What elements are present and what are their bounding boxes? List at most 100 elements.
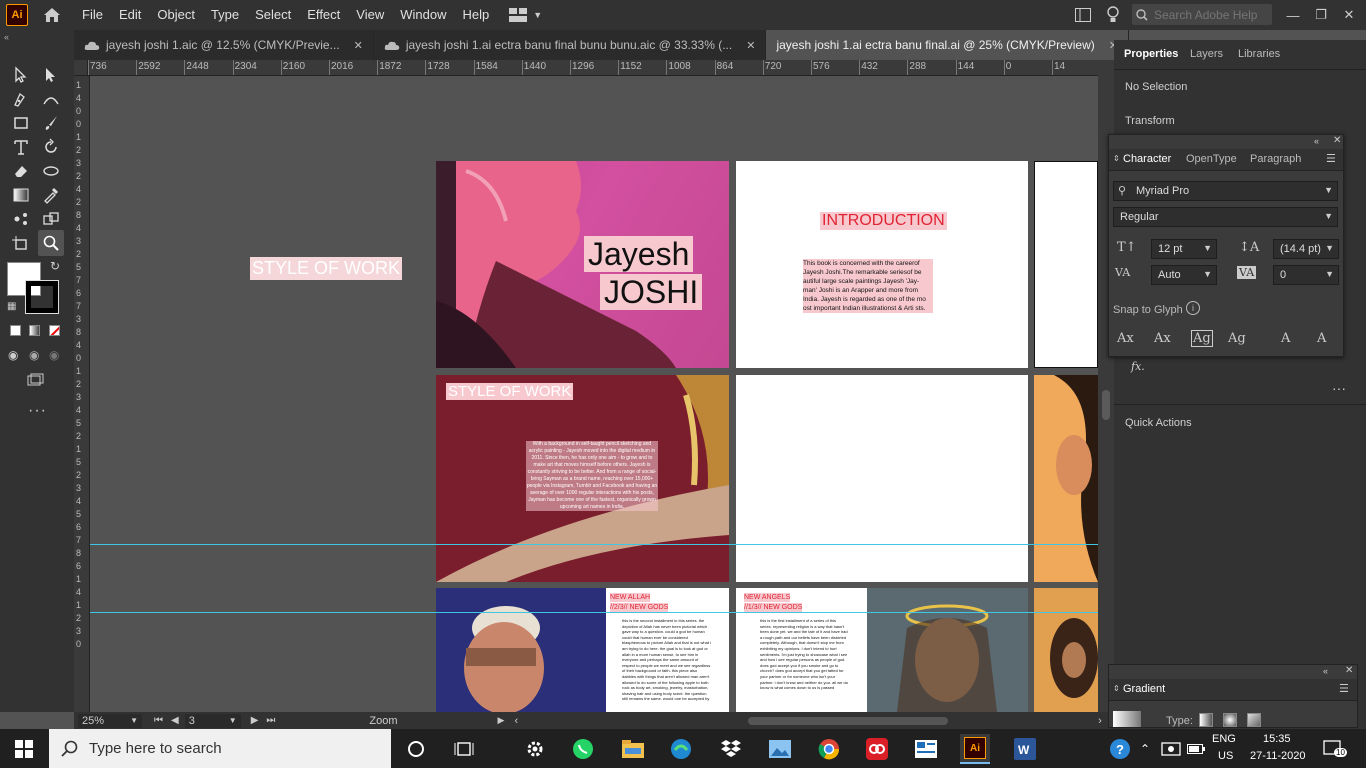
draw-normal-icon[interactable]: ◉ <box>8 348 18 362</box>
cover-name-line2[interactable]: JOSHI <box>600 274 703 310</box>
new-allah-title[interactable]: NEW ALLAH <box>610 593 651 602</box>
snap-baseline-icon[interactable]: Ax <box>1117 331 1134 346</box>
help-search-input[interactable] <box>1154 7 1264 22</box>
menu-effect[interactable]: Effect <box>299 0 348 30</box>
menu-view[interactable]: View <box>348 0 392 30</box>
menu-help[interactable]: Help <box>454 0 497 30</box>
artboard-5[interactable] <box>736 375 1028 582</box>
dropbox-icon[interactable] <box>716 734 746 764</box>
vertical-scroll-thumb[interactable] <box>1102 390 1110 420</box>
artboard-cover[interactable]: Jayesh JOSHI <box>436 161 729 368</box>
artboard-introduction[interactable]: INTRODUCTION This book is concerned with… <box>736 161 1028 368</box>
kerning-field[interactable]: Auto ▼ <box>1151 265 1217 285</box>
prev-page-icon[interactable]: ◀ <box>171 715 179 726</box>
artboard-3[interactable] <box>1034 161 1098 368</box>
first-page-icon[interactable]: ⏮ <box>154 715 163 726</box>
home-icon[interactable] <box>42 5 62 25</box>
collapse-panel-icon[interactable]: « <box>1314 136 1319 146</box>
zoom-tool-icon[interactable] <box>38 230 64 256</box>
style-of-work-body[interactable]: With a background in self-taught pencil … <box>526 441 658 511</box>
battery-icon[interactable] <box>1184 734 1208 764</box>
help-icon[interactable]: ? <box>1105 734 1135 764</box>
tracking-field[interactable]: 0 ▼ <box>1273 265 1339 285</box>
close-tab-icon[interactable]: ✕ <box>354 39 363 52</box>
artboard-style-of-work[interactable]: STYLE OF WORK With a background in self-… <box>436 375 729 582</box>
task-view-icon[interactable] <box>449 734 479 764</box>
ruler-origin[interactable] <box>74 60 88 76</box>
leading-field[interactable]: (14.4 pt) ▼ <box>1273 239 1339 259</box>
width-tool-icon[interactable] <box>40 160 62 182</box>
tab-character[interactable]: Character <box>1123 153 1171 165</box>
change-screen-mode-icon[interactable] <box>24 370 46 392</box>
last-page-icon[interactable]: ⏭ <box>266 715 275 726</box>
region-label[interactable]: US <box>1218 750 1233 762</box>
paintbrush-tool-icon[interactable] <box>40 112 62 134</box>
close-panel-icon[interactable]: ✕ <box>1345 665 1353 676</box>
freeform-gradient-icon[interactable] <box>1247 713 1261 727</box>
guide-line-2[interactable] <box>90 612 1098 613</box>
artboard-tool-icon[interactable] <box>10 232 32 254</box>
default-colors-icon[interactable]: ▦ <box>7 301 16 312</box>
show-hidden-icons[interactable]: ⌃ <box>1133 734 1157 764</box>
zoom-select[interactable]: 25% ▼ <box>78 713 142 728</box>
style-of-work-label[interactable]: STYLE OF WORK <box>250 257 403 280</box>
style-of-work-title[interactable]: STYLE OF WORK <box>446 383 574 400</box>
eyedropper-tool-icon[interactable] <box>40 184 62 206</box>
new-angels-title[interactable]: NEW ANGELS <box>744 593 791 602</box>
cortana-icon[interactable] <box>401 734 431 764</box>
settings-gear-icon[interactable] <box>520 734 550 764</box>
scale-tool-icon[interactable] <box>40 208 62 230</box>
new-angels-body[interactable]: this is the first installment of a serie… <box>760 618 848 712</box>
lightbulb-icon[interactable] <box>1106 6 1120 24</box>
menu-window[interactable]: Window <box>392 0 454 30</box>
new-allah-subtitle[interactable]: //2/3// NEW GODS <box>610 603 669 612</box>
chrome-icon[interactable] <box>814 734 844 764</box>
photos-app-icon[interactable] <box>765 734 795 764</box>
tab-libraries[interactable]: Libraries <box>1238 48 1280 60</box>
tab-opentype[interactable]: OpenType <box>1186 153 1237 165</box>
scroll-right-icon[interactable]: › <box>1098 715 1102 727</box>
illustrator-logo[interactable]: Ai <box>6 4 28 26</box>
horizontal-ruler[interactable]: 736 2592 2448 2304 2160 2016 1872 1728 1584 1440 1… <box>88 60 1098 76</box>
more-tools-icon[interactable]: ··· <box>28 402 47 420</box>
snap-anchor-icon[interactable]: A <box>1317 331 1326 346</box>
menu-edit[interactable]: Edit <box>111 0 149 30</box>
artboard-new-allah[interactable]: NEW ALLAH //2/3// NEW GODS this is the s… <box>436 588 729 712</box>
more-options-icon[interactable]: ··· <box>1332 380 1346 396</box>
eraser-tool-icon[interactable] <box>10 160 32 182</box>
page-select[interactable]: 3 ▼ <box>184 713 241 728</box>
notifications-icon[interactable]: 10 <box>1318 734 1348 764</box>
gradient-mode-icon[interactable] <box>29 325 40 336</box>
tab-layers[interactable]: Layers <box>1190 48 1223 60</box>
next-page-icon[interactable]: ▶ <box>251 715 259 726</box>
document-tab-2[interactable]: jayesh joshi 1.ai ectra banu final bunu … <box>374 30 767 60</box>
scroll-left-icon[interactable]: ‹ <box>514 715 518 727</box>
file-explorer-icon[interactable] <box>618 734 648 764</box>
horizontal-scroll-thumb[interactable] <box>748 716 949 725</box>
gradient-tool-icon[interactable] <box>10 184 32 206</box>
language-label[interactable]: ENG <box>1212 733 1236 745</box>
introduction-body[interactable]: This book is concerned with the careerof… <box>803 259 933 313</box>
panel-toggle-icon[interactable] <box>1075 8 1091 22</box>
close-tab-icon[interactable]: ✕ <box>746 39 755 52</box>
font-style-select[interactable]: Regular ▼ <box>1113 207 1338 227</box>
linear-gradient-icon[interactable] <box>1199 713 1213 727</box>
word-icon[interactable]: W <box>1010 734 1040 764</box>
menu-select[interactable]: Select <box>247 0 299 30</box>
artboard-6[interactable] <box>1034 375 1098 582</box>
snap-angular-icon[interactable]: A <box>1281 331 1290 346</box>
font-family-select[interactable]: ⚲ Myriad Pro ▼ <box>1113 181 1338 201</box>
new-allah-body[interactable]: this is the second installment in this s… <box>622 618 712 712</box>
windows-start-icon[interactable] <box>9 734 39 764</box>
webcam-icon[interactable] <box>1158 734 1184 764</box>
help-search[interactable] <box>1132 4 1272 25</box>
status-menu-icon[interactable]: ▶ <box>498 715 505 726</box>
menu-type[interactable]: Type <box>203 0 247 30</box>
menu-file[interactable]: File <box>74 0 111 30</box>
info-icon[interactable]: i <box>1186 301 1200 315</box>
collapse-panel-icon[interactable]: « <box>1323 666 1328 676</box>
close-window-button[interactable]: ✕ <box>1336 0 1362 30</box>
canvas[interactable]: STYLE OF WORK Jayesh JOSHI INTRODUCTION … <box>90 76 1098 712</box>
panel-menu-icon[interactable]: ☰ <box>1339 682 1349 695</box>
document-tab-1[interactable]: jayesh joshi 1.aic @ 12.5% (CMYK/Previe.… <box>74 30 374 60</box>
